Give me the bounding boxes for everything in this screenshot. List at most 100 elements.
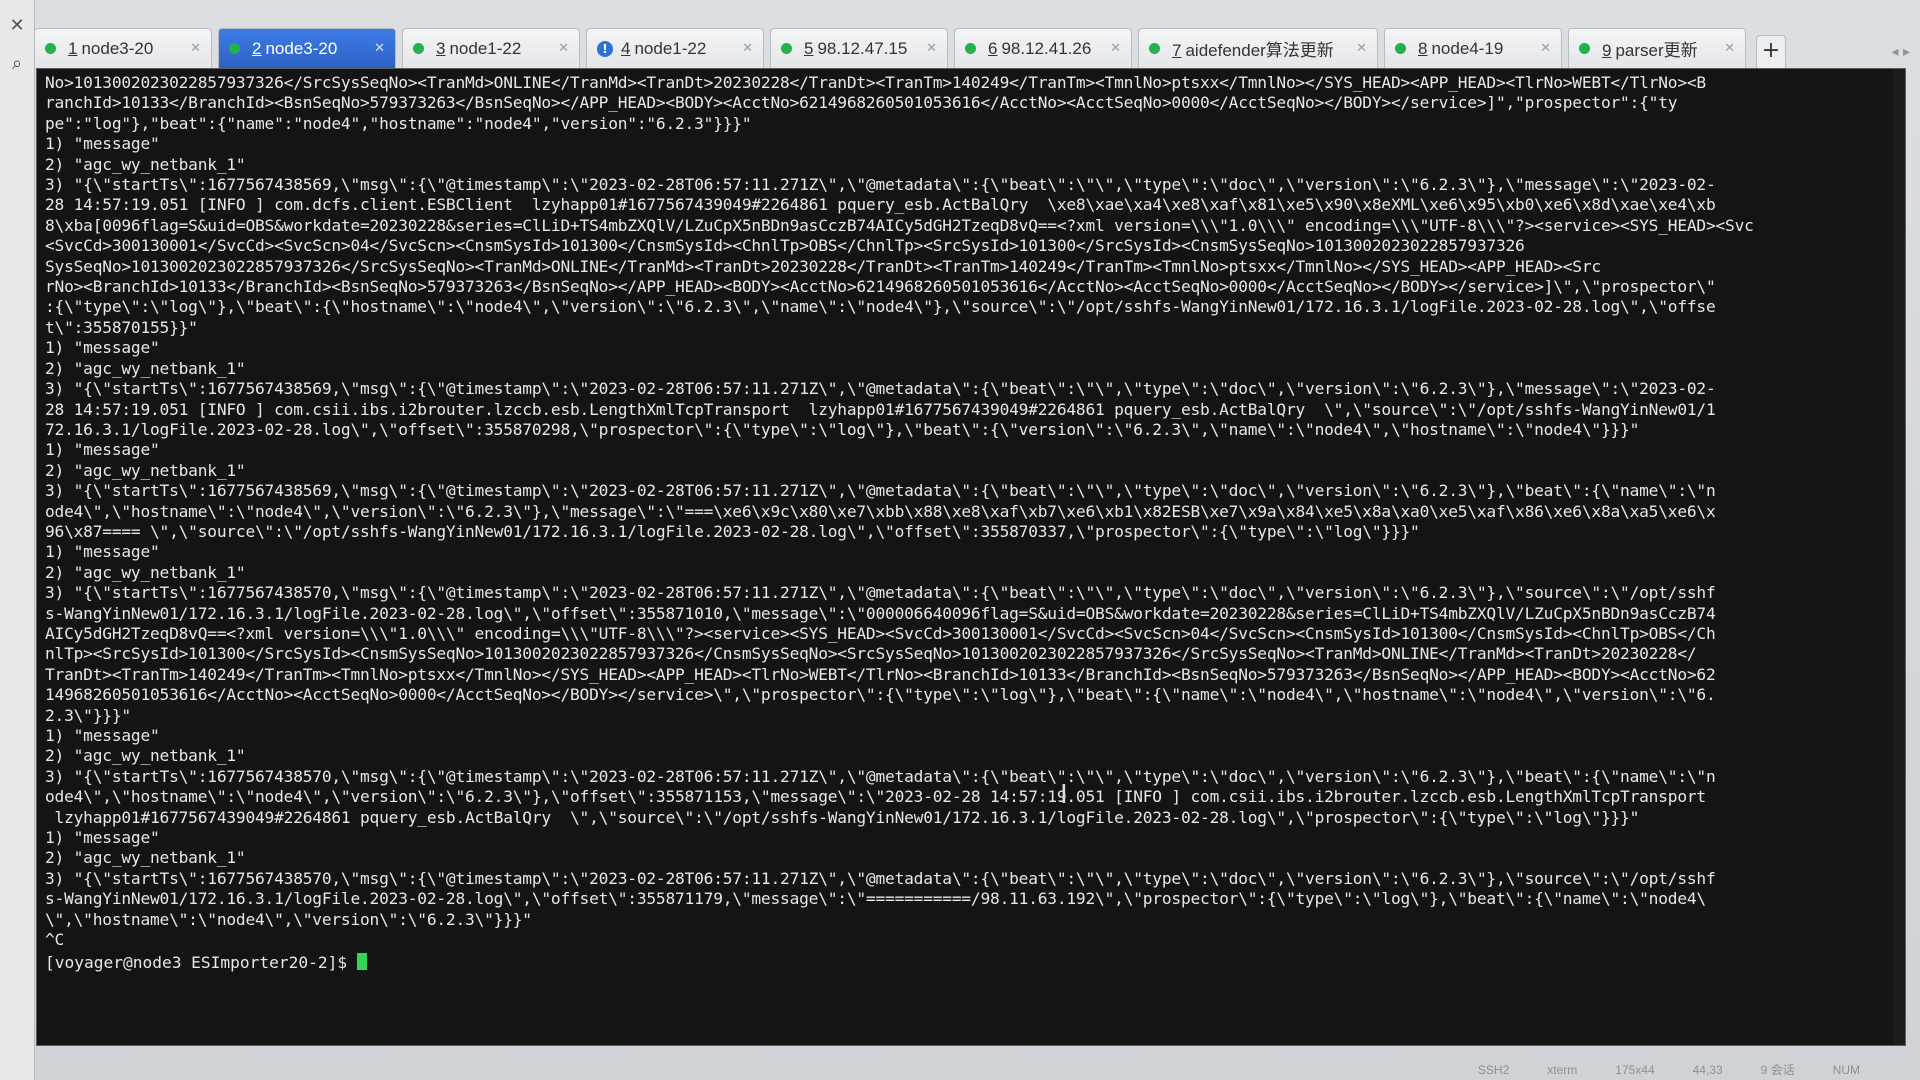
terminal-scrollbar[interactable] — [1893, 69, 1905, 1045]
tab-label: node4-19 — [1431, 38, 1504, 58]
terminal-line: nlTp><SrcSysId>101300</SrcSysId><CnsmSys… — [45, 644, 1697, 664]
terminal-line: 3) "{\"startTs\":1677567438570,\"msg\":{… — [45, 583, 1716, 603]
terminal-line: 3) "{\"startTs\":1677567438570,\"msg\":{… — [45, 766, 1716, 786]
tab-8[interactable]: 8 node4-19 ✕ — [1384, 28, 1562, 68]
tab-number: 6 — [988, 38, 998, 58]
tab-2[interactable]: 2 node3-20 ✕ — [218, 28, 396, 68]
screen: ✕ ⌕ 1 node3-20 ✕ 2 node3-20 ✕ 3 node1-22 ✕ … — [0, 0, 1920, 1080]
tab-label: 98.12.41.26 — [1001, 38, 1092, 58]
status-terminal-type: xterm — [1547, 1063, 1578, 1077]
terminal-text: No>1013002023022857937326</SrcSysSeqNo><… — [45, 73, 1897, 950]
status-bar: SSH2 xterm 175x44 44,33 9 会话 NUM — [34, 1060, 1920, 1080]
text-cursor — [356, 953, 367, 971]
tab-scroll-arrows[interactable]: ◂ ▸ — [1891, 36, 1910, 68]
tab-number: 8 — [1418, 38, 1428, 58]
connected-status-icon — [413, 43, 424, 54]
terminal-line: pe":"log"},"beat":{"name":"node4","hostn… — [45, 113, 752, 133]
close-tab-icon[interactable]: ✕ — [374, 41, 385, 56]
terminal-line: s-WangYinNew01/172.16.3.1/logFile.2023-0… — [45, 603, 1716, 623]
connected-status-icon — [1579, 43, 1590, 54]
terminal-line: 1) "message" — [45, 542, 160, 562]
warning-status-icon: ! — [597, 40, 613, 57]
terminal-line: 28 14:57:19.051 [INFO ] com.dcfs.client.… — [45, 195, 1716, 215]
terminal-line: 2) "agc_wy_netbank_1" — [45, 562, 246, 582]
command-prompt-line[interactable]: [voyager@node3 ESImporter20-2]$ — [45, 952, 1897, 974]
terminal-line: 1) "message" — [45, 338, 160, 358]
terminal-output[interactable]: No>1013002023022857937326</SrcSysSeqNo><… — [36, 68, 1906, 1046]
connected-status-icon — [781, 43, 792, 54]
terminal-line: ranchId>10133</BranchId><BsnSeqNo>579373… — [45, 93, 1678, 113]
terminal-line: 28 14:57:19.051 [INFO ] com.csii.ibs.i2b… — [45, 399, 1716, 419]
terminal-line: 96\x87==== \",\"source\":\"/opt/sshfs-Wa… — [45, 521, 1420, 541]
terminal-line: ode4\",\"hostname\":\"node4\",\"version\… — [45, 501, 1716, 521]
status-protocol: SSH2 — [1477, 1063, 1510, 1077]
terminal-line: 1) "message" — [45, 440, 160, 460]
close-tab-icon[interactable]: ✕ — [742, 41, 753, 56]
terminal-line: 1) "message" — [45, 828, 160, 848]
terminal-line: SysSeqNo>1013002023022857937326</SrcSysS… — [45, 256, 1601, 276]
connected-status-icon — [45, 43, 56, 54]
terminal-line: ode4\",\"hostname\":\"node4\",\"version\… — [45, 787, 1706, 807]
tab-6[interactable]: 6 98.12.41.26 ✕ — [954, 28, 1132, 68]
tab-number: 1 — [68, 38, 78, 58]
tab-9[interactable]: 9 parser更新 ✕ — [1568, 28, 1746, 68]
tab-label: aidefender算法更新 — [1185, 41, 1334, 60]
tab-label: node3-20 — [265, 38, 338, 58]
left-gutter: ✕ ⌕ — [0, 0, 35, 1080]
terminal-line: s-WangYinNew01/172.16.3.1/logFile.2023-0… — [45, 889, 1706, 909]
mouse-ibeam-cursor-icon: I — [1060, 780, 1068, 810]
terminal-line: 2.3\"}}}" — [45, 705, 131, 725]
new-tab-button[interactable]: + — [1756, 35, 1786, 68]
terminal-line: 2) "agc_wy_netbank_1" — [45, 460, 246, 480]
close-tab-icon[interactable]: ✕ — [1356, 41, 1367, 56]
tab-4[interactable]: ! 4 node1-22 ✕ — [586, 28, 764, 68]
close-tab-icon[interactable]: ✕ — [190, 41, 201, 56]
terminal-line: AICy5dGH2TzeqD8vQ==<?xml version=\\\"1.0… — [45, 623, 1716, 643]
terminal-line: 8\xba[0096flag=S&uid=OBS&workdate=202302… — [45, 215, 1754, 235]
close-tab-icon[interactable]: ✕ — [558, 41, 569, 56]
terminal-line: 2) "agc_wy_netbank_1" — [45, 358, 246, 378]
terminal-line: :{\"type\":\"log\"},\"beat\":{\"hostname… — [45, 297, 1716, 317]
tab-1[interactable]: 1 node3-20 ✕ — [34, 28, 212, 68]
tab-7[interactable]: 7 aidefender算法更新 ✕ — [1138, 28, 1378, 68]
connected-status-icon — [1395, 43, 1406, 54]
terminal-line: 3) "{\"startTs\":1677567438570,\"msg\":{… — [45, 868, 1716, 888]
tab-label: 98.12.47.15 — [817, 38, 908, 58]
terminal-line: 3) "{\"startTs\":1677567438569,\"msg\":{… — [45, 379, 1716, 399]
terminal-line: 2) "agc_wy_netbank_1" — [45, 848, 246, 868]
close-icon[interactable]: ✕ — [5, 14, 29, 38]
terminal-line: TranDt><TranTm>140249</TranTm><TmnlNo>pt… — [45, 664, 1716, 684]
close-tab-icon[interactable]: ✕ — [1540, 41, 1551, 56]
terminal-line: ^C — [45, 930, 65, 950]
status-cursor-pos: 44,33 — [1692, 1063, 1723, 1077]
tab-number: 4 — [621, 38, 631, 58]
terminal-line: \",\"hostname\":\"node4\",\"version\":\"… — [45, 909, 532, 929]
tab-number: 7 — [1172, 41, 1182, 60]
tab-3[interactable]: 3 node1-22 ✕ — [402, 28, 580, 68]
status-sessions: 9 会话 — [1760, 1063, 1795, 1077]
tab-5[interactable]: 5 98.12.47.15 ✕ — [770, 28, 948, 68]
close-tab-icon[interactable]: ✕ — [926, 41, 937, 56]
tab-number: 3 — [436, 38, 446, 58]
tab-number: 9 — [1602, 41, 1612, 60]
terminal-line: 3) "{\"startTs\":1677567438569,\"msg\":{… — [45, 481, 1716, 501]
connected-status-icon — [965, 43, 976, 54]
close-tab-icon[interactable]: ✕ — [1110, 41, 1121, 56]
session-tab-bar: 1 node3-20 ✕ 2 node3-20 ✕ 3 node1-22 ✕ ! 4n… — [34, 20, 1920, 68]
search-icon[interactable]: ⌕ — [5, 52, 29, 76]
terminal-line: 2) "agc_wy_netbank_1" — [45, 746, 246, 766]
terminal-line: 1) "message" — [45, 134, 160, 154]
tab-number: 2 — [252, 38, 262, 58]
terminal-line: lzyhapp01#1677567439049#2264861 pquery_e… — [45, 807, 1640, 827]
terminal-line: 2) "agc_wy_netbank_1" — [45, 154, 246, 174]
close-tab-icon[interactable]: ✕ — [1724, 41, 1735, 56]
terminal-line: t\":355870155}}" — [45, 317, 198, 337]
terminal-line: <SvcCd>300130001</SvcCd><SvcScn>04</SvcS… — [45, 236, 1525, 256]
tab-label: parser更新 — [1615, 41, 1698, 60]
terminal-line: 1) "message" — [45, 726, 160, 745]
tab-number: 5 — [804, 38, 814, 58]
tab-label: node3-20 — [81, 38, 154, 58]
connected-status-icon — [229, 43, 240, 54]
terminal-line: No>1013002023022857937326</SrcSysSeqNo><… — [45, 73, 1706, 92]
status-numlock: NUM — [1832, 1063, 1860, 1077]
